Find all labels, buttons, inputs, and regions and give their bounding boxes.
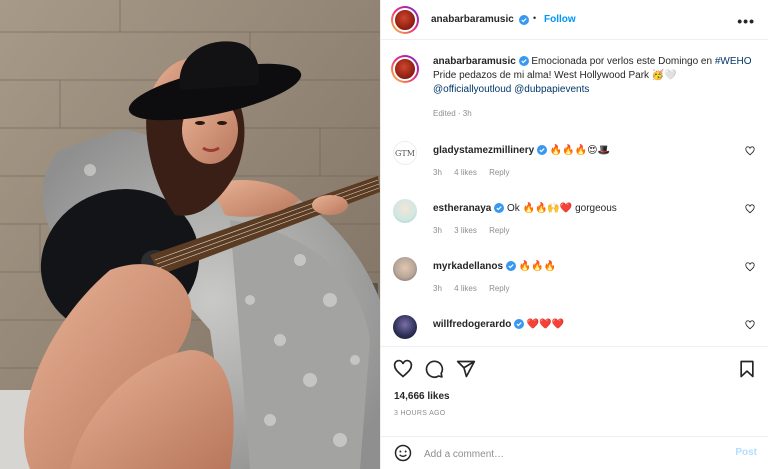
comment-item: myrkadellanos 🔥🔥🔥 3h 4 likes Reply <box>391 257 761 307</box>
comment-text: 🔥🔥🔥😍🎩 <box>549 145 610 156</box>
post-timestamp: 3 HOURS AGO <box>394 410 446 417</box>
comment-meta: 3h 4 likes Reply <box>433 284 520 293</box>
commenter-username[interactable]: willfredogerardo <box>433 319 511 330</box>
verified-badge-icon <box>494 203 505 214</box>
comment-time: 3h <box>433 226 442 235</box>
commenter-avatar[interactable] <box>393 315 417 339</box>
commenter-avatar[interactable] <box>393 257 417 281</box>
caption-avatar-image <box>393 57 417 81</box>
post-header: anabarbaramusic • Follow ••• <box>381 0 768 40</box>
instagram-post: anabarbaramusic • Follow ••• anabarbaram… <box>0 0 768 469</box>
post-comment-button[interactable]: Post <box>735 447 757 458</box>
comment-likes[interactable]: 4 likes <box>454 284 477 293</box>
comment-reply-button[interactable]: Reply <box>489 168 509 177</box>
comment-time: 3h <box>433 284 442 293</box>
comment-body: myrkadellanos 🔥🔥🔥 <box>433 260 556 274</box>
author-avatar-image <box>393 8 417 32</box>
comments-scroll-area[interactable]: anabarbaramusic Emocionada por verlos es… <box>381 41 768 346</box>
like-heart-icon[interactable] <box>393 359 413 379</box>
post-actions: 14,666 likes 3 HOURS AGO <box>381 346 768 436</box>
comment-bubble-icon[interactable] <box>424 359 444 379</box>
commenter-username[interactable]: gladystamezmillinery <box>433 145 534 156</box>
comment-likes[interactable]: 3 likes <box>454 226 477 235</box>
caption-avatar[interactable] <box>391 55 419 83</box>
follow-button[interactable]: Follow <box>544 14 576 25</box>
caption-body-start: Emocionada por verlos este Domingo en <box>531 56 713 67</box>
more-options-icon[interactable]: ••• <box>737 13 755 29</box>
verified-badge-icon <box>536 145 547 156</box>
comment-item: estheranaya Ok 🔥🔥🙌❤️ gorgeous 3h 3 likes… <box>391 199 761 249</box>
author-avatar[interactable] <box>391 6 419 34</box>
comment-text: Ok 🔥🔥🙌❤️ gorgeous <box>506 203 617 214</box>
comment-time: 3h <box>433 168 442 177</box>
comment-text: ❤️❤️❤️ <box>526 319 565 330</box>
verified-badge-icon <box>519 15 529 25</box>
commenter-avatar[interactable]: GTM <box>393 141 417 165</box>
commenter-logo-text: GTM <box>395 148 415 158</box>
comment-reply-button[interactable]: Reply <box>489 226 509 235</box>
share-paper-plane-icon[interactable] <box>456 359 476 379</box>
header-separator: • <box>533 13 537 23</box>
commenter-username[interactable]: myrkadellanos <box>433 261 503 272</box>
comment-like-heart-icon[interactable] <box>745 320 755 330</box>
comment-likes[interactable]: 4 likes <box>454 168 477 177</box>
post-side-panel: anabarbaramusic • Follow ••• anabarbaram… <box>380 0 768 469</box>
comment-composer: Post <box>381 436 768 469</box>
comment-like-heart-icon[interactable] <box>745 262 755 272</box>
caption-mention-link[interactable]: @officiallyoutloud <box>433 84 511 95</box>
comment-item: willfredogerardo ❤️❤️❤️ <box>391 315 761 346</box>
post-photo[interactable] <box>0 0 380 469</box>
emoji-smiley-icon[interactable] <box>394 444 412 462</box>
comment-body: gladystamezmillinery 🔥🔥🔥😍🎩 <box>433 144 610 158</box>
comment-meta: 3h 4 likes Reply <box>433 168 520 177</box>
caption-mention-link[interactable]: @dubpapievents <box>514 84 589 95</box>
author-username[interactable]: anabarbaramusic <box>431 14 514 25</box>
comment-like-heart-icon[interactable] <box>745 204 755 214</box>
verified-badge-icon <box>514 319 525 330</box>
comment-meta: 3h 3 likes Reply <box>433 226 520 235</box>
post-image <box>0 0 380 469</box>
verified-badge-icon <box>518 56 529 67</box>
save-bookmark-icon[interactable] <box>737 359 757 379</box>
comment-body: willfredogerardo ❤️❤️❤️ <box>433 318 564 332</box>
caption-text: anabarbaramusic Emocionada por verlos es… <box>433 55 753 121</box>
comment-text: 🔥🔥🔥 <box>518 261 556 272</box>
caption-username[interactable]: anabarbaramusic <box>433 56 516 67</box>
likes-count[interactable]: 14,666 likes <box>394 391 450 402</box>
comment-item: GTM gladystamezmillinery 🔥🔥🔥😍🎩 3h 4 like… <box>391 141 761 191</box>
caption-meta: Edited · 3h <box>433 109 472 118</box>
caption-hashtag-link[interactable]: #WEHO <box>715 56 752 67</box>
comment-like-heart-icon[interactable] <box>745 146 755 156</box>
caption-body-middle: Pride pedazos de mi alma! West Hollywood… <box>433 70 677 81</box>
comment-body: estheranaya Ok 🔥🔥🙌❤️ gorgeous <box>433 202 617 216</box>
comment-reply-button[interactable]: Reply <box>489 284 509 293</box>
comment-input[interactable] <box>424 446 714 462</box>
verified-badge-icon <box>505 261 516 272</box>
commenter-avatar[interactable] <box>393 199 417 223</box>
commenter-username[interactable]: estheranaya <box>433 203 491 214</box>
